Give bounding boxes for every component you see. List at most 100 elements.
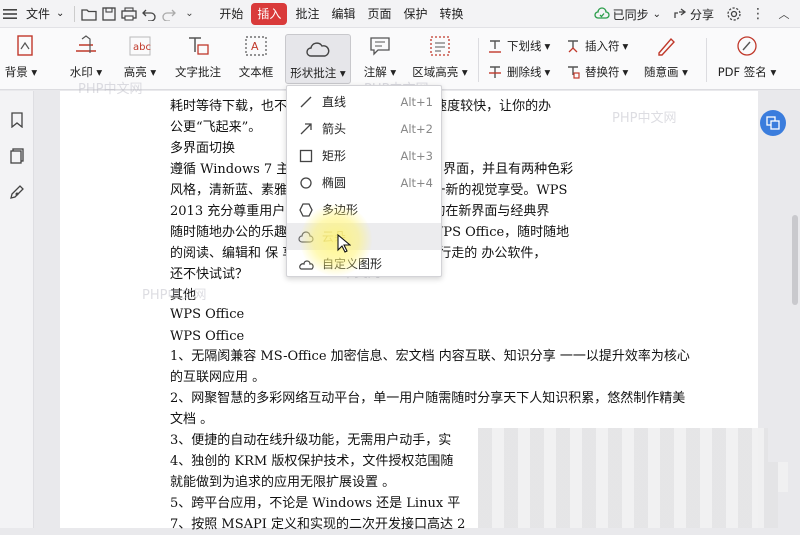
- underline-button[interactable]: 下划线 ▾: [486, 36, 550, 56]
- file-menu-label: 文件: [26, 7, 51, 21]
- highlight-icon: abc: [128, 32, 152, 60]
- freehand-button[interactable]: 随意画 ▾: [636, 32, 696, 86]
- dropdown-item-label: 箭头: [322, 122, 347, 136]
- textbox-button[interactable]: A 文本框: [234, 32, 278, 86]
- ellipse-icon: [296, 176, 316, 190]
- page-background-label: 背景 ▾: [4, 65, 38, 79]
- rectangle-icon: [296, 149, 316, 163]
- arrow-icon: [296, 122, 316, 136]
- settings-gear-icon[interactable]: [724, 3, 744, 25]
- sync-status[interactable]: 已同步 ⌄: [588, 3, 667, 25]
- insert-mark-button[interactable]: 插入符 ▾: [564, 36, 628, 56]
- page-background-icon: [15, 32, 35, 60]
- blurred-region: [478, 492, 778, 528]
- shortcut-label: Alt+3: [400, 148, 433, 163]
- line-icon: [296, 95, 316, 109]
- share-button[interactable]: 分享: [667, 3, 720, 25]
- annotation-list-icon[interactable]: [8, 183, 26, 201]
- ribbon-separator: [706, 38, 707, 82]
- watermark-text: PHP中文网: [78, 82, 143, 97]
- tab-insert[interactable]: 插入: [251, 2, 288, 25]
- pdf-sign-label: PDF 签名 ▾: [717, 65, 777, 79]
- freehand-label: 随意画 ▾: [644, 65, 688, 79]
- dropdown-item-ellipse[interactable]: 椭圆 Alt+4: [287, 169, 441, 196]
- strikethrough-label: 删除线: [507, 65, 542, 79]
- svg-text:A: A: [251, 40, 259, 53]
- more-icon[interactable]: ⋮: [748, 3, 768, 25]
- underline-icon: [486, 39, 504, 53]
- left-sidebar: [0, 91, 34, 528]
- tab-home[interactable]: 开始: [213, 3, 249, 25]
- ribbon-separator: [478, 38, 479, 82]
- blurred-region: [478, 428, 768, 462]
- textbox-label: 文本框: [238, 65, 274, 79]
- cloud-icon: [305, 35, 331, 63]
- dropdown-item-rectangle[interactable]: 矩形 Alt+3: [287, 142, 441, 169]
- dropdown-item-label: 直线: [322, 95, 347, 109]
- document-line: 遵循 Windows 7 主 面，metro 风格的 2013 界面，并且有两种…: [170, 162, 574, 177]
- document-line: 2、网聚智慧的多彩网络互动平台，单一用户随需随时分享天下人知识积累，悠然制作精美: [170, 391, 686, 406]
- share-icon: [673, 7, 687, 22]
- dropdown-item-line[interactable]: 直线 Alt+1: [287, 88, 441, 115]
- shortcut-label: Alt+2: [400, 121, 433, 136]
- quick-access-chevron-icon[interactable]: ⌄: [179, 3, 199, 25]
- document-line: 的互联网应用 。: [170, 370, 266, 385]
- file-menu[interactable]: 文件 ⌄: [20, 3, 70, 25]
- menu-bar: 文件 ⌄ ⌄ 开始 插入 批注 编辑 页面 保护 转换 已同步 ⌄ 分享 ⋮ ︿: [0, 0, 800, 28]
- tab-page[interactable]: 页面: [361, 3, 397, 25]
- hamburger-icon[interactable]: [0, 3, 20, 25]
- shape-note-label: 形状批注 ▾: [290, 66, 346, 80]
- replace-mark-icon: [564, 65, 582, 79]
- sync-label: 已同步: [612, 7, 649, 22]
- mouse-cursor-icon: [337, 234, 351, 253]
- textbox-icon: A: [244, 32, 268, 60]
- watermark-text: PHP中文网: [142, 288, 207, 303]
- collapse-chevron-icon[interactable]: ︿: [774, 3, 794, 25]
- vertical-scrollbar[interactable]: [792, 215, 798, 305]
- thumbnail-icon[interactable]: [8, 147, 26, 165]
- document-line: WPS Office: [170, 307, 245, 322]
- undo-icon[interactable]: [139, 3, 159, 25]
- shortcut-label: Alt+4: [400, 175, 433, 190]
- document-line: 的阅读、编辑和 保 享给工作伙伴，跟随你各处行走的 办公软件，: [170, 246, 547, 261]
- watermark-text: PHP中文网: [612, 111, 677, 126]
- pen-icon: [655, 32, 677, 60]
- replace-mark-button[interactable]: 替换符 ▾: [564, 62, 628, 82]
- document-line: 还不快试试？: [170, 267, 249, 282]
- bookmark-icon[interactable]: [8, 111, 26, 129]
- dropdown-item-label: 椭圆: [322, 176, 347, 190]
- document-line: 随时随地办公的乐趣 、Android 平台的移动 WPS Office，随时随地: [170, 225, 570, 240]
- text-note-icon: [186, 32, 210, 60]
- share-label: 分享: [689, 7, 714, 22]
- open-folder-icon[interactable]: [79, 3, 99, 25]
- tab-convert[interactable]: 转换: [434, 3, 470, 25]
- annotate-icon: [369, 32, 391, 60]
- cloud-sync-icon: [594, 6, 610, 22]
- strikethrough-icon: [486, 65, 504, 79]
- document-line: 1、无隔阂兼容 MS-Office 加密信息、宏文档 内容互联、知识分享 一一以…: [170, 349, 690, 364]
- tab-edit[interactable]: 编辑: [325, 3, 361, 25]
- print-icon[interactable]: [119, 3, 139, 25]
- chevron-down-icon: ⌄: [56, 8, 65, 19]
- redo-icon[interactable]: [159, 3, 179, 25]
- blurred-region: [478, 462, 788, 492]
- save-icon[interactable]: [99, 3, 119, 25]
- text-note-button[interactable]: 文字批注: [170, 32, 226, 86]
- document-line: 文档 。: [170, 412, 214, 427]
- signature-pen-icon: [735, 32, 759, 60]
- shape-note-button[interactable]: 形状批注 ▾: [285, 34, 351, 84]
- floating-translate-button[interactable]: [760, 110, 786, 136]
- insert-mark-icon: [564, 39, 582, 53]
- dropdown-item-arrow[interactable]: 箭头 Alt+2: [287, 115, 441, 142]
- tab-comment[interactable]: 批注: [289, 3, 325, 25]
- pdf-sign-button[interactable]: PDF 签名 ▾: [714, 32, 780, 86]
- strikethrough-button[interactable]: 删除线 ▾: [486, 62, 550, 82]
- page-background-button[interactable]: 背景 ▾: [2, 32, 48, 86]
- cursor-highlight: [300, 204, 372, 276]
- document-line: 其他: [170, 288, 197, 303]
- watermark-icon: [74, 32, 98, 60]
- chevron-down-icon: ⌄: [652, 8, 661, 20]
- underline-label: 下划线: [507, 39, 542, 53]
- tab-protect[interactable]: 保护: [397, 3, 433, 25]
- document-line: 风格，清新蓝、素雅 2003 风格，赋予你焕然一新的视觉享受。WPS: [170, 183, 568, 198]
